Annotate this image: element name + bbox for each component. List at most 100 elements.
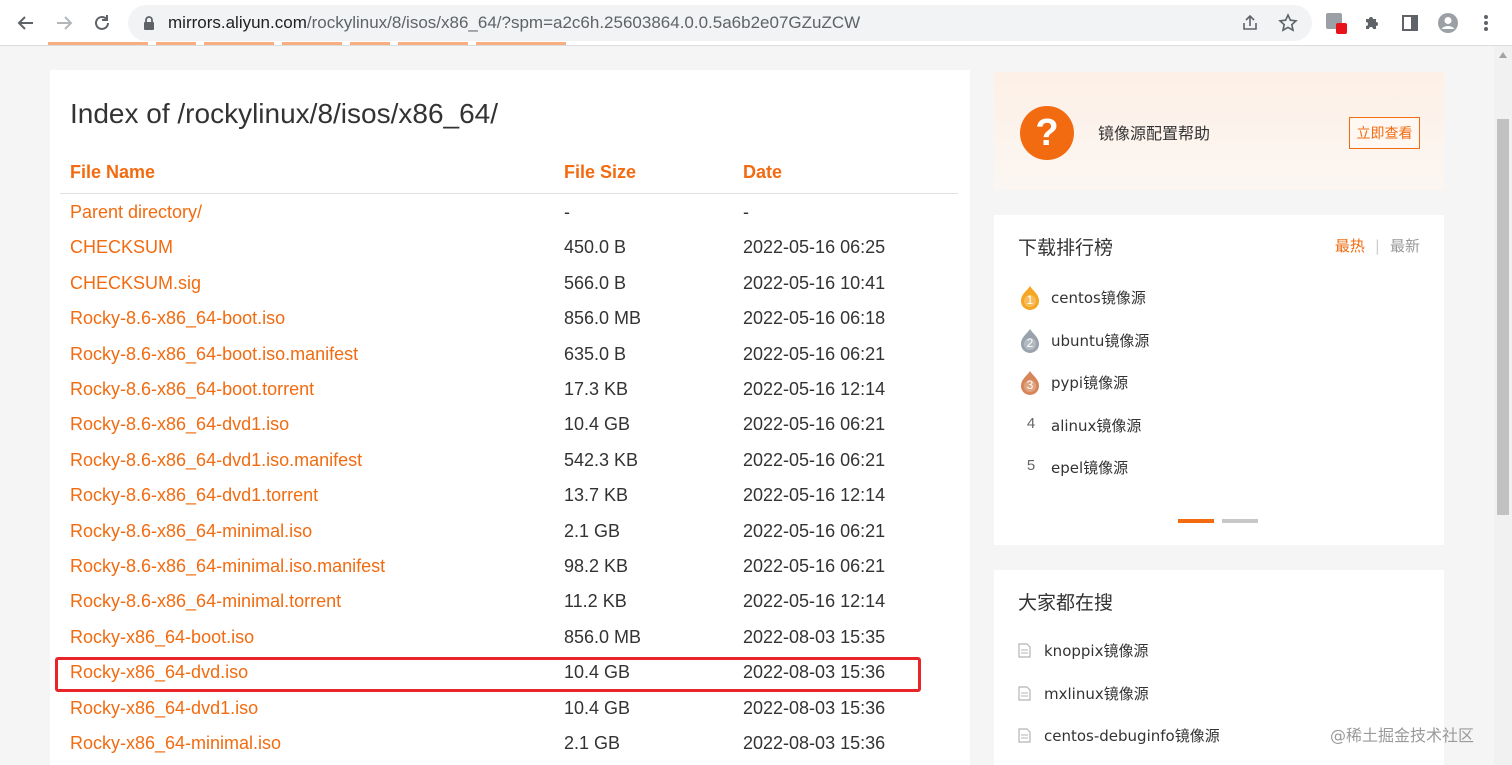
table-row: Rocky-x86_64-minimal.iso 2.1 GB 2022-08-03… — [70, 733, 950, 765]
file-link[interactable]: Rocky-8.6-x86_64-minimal.torrent — [70, 591, 341, 612]
file-size: 11.2 KB — [564, 591, 627, 612]
table-row: Parent directory/ - - — [70, 202, 950, 237]
page-scrollbar[interactable] — [1494, 46, 1512, 765]
file-link[interactable]: Rocky-8.6-x86_64-minimal.iso.manifest — [70, 556, 385, 577]
file-link[interactable]: Rocky-8.6-x86_64-boot.torrent — [70, 379, 314, 400]
ranking-item-label: epel镜像源 — [1051, 459, 1129, 477]
file-link[interactable]: Rocky-8.6-x86_64-minimal.iso — [70, 521, 312, 542]
file-size: 2.1 GB — [564, 520, 621, 541]
tab-newest[interactable]: 最新 — [1390, 237, 1420, 255]
file-size: 635.0 B — [564, 343, 627, 364]
bookmark-button[interactable] — [1276, 11, 1300, 35]
document-icon — [1018, 685, 1031, 706]
header-file-size: File Size — [564, 162, 637, 182]
file-size: 17.3 KB — [564, 379, 629, 399]
scroll-up-button[interactable] — [1494, 46, 1512, 64]
address-bar[interactable]: mirrors.aliyun.com/rockylinux/8/isos/x86… — [128, 5, 1312, 41]
side-panel-button[interactable] — [1398, 11, 1422, 35]
file-size: 2.1 GB — [564, 733, 621, 753]
file-link[interactable]: CHECKSUM.sig — [70, 273, 201, 294]
extension-badge-icon — [1326, 13, 1347, 34]
popular-searches-title: 大家都在搜 — [1018, 592, 1114, 614]
extensions-menu-button[interactable] — [1360, 11, 1384, 35]
forward-arrow-icon — [57, 16, 73, 30]
file-date: 2022-05-16 06:18 — [743, 308, 886, 329]
file-link[interactable]: Rocky-8.6-x86_64-dvd1.torrent — [70, 485, 318, 506]
file-date: 2022-08-03 15:35 — [743, 626, 886, 647]
file-link[interactable]: Rocky-8.6-x86_64-dvd1.iso — [70, 414, 289, 435]
help-label: 镜像源配置帮助 — [1098, 124, 1211, 143]
table-row: Rocky-x86_64-dvd1.iso 10.4 GB 2022-08-03 1… — [70, 698, 950, 733]
forward-button[interactable] — [52, 11, 76, 35]
file-link[interactable]: Rocky-8.6-x86_64-boot.iso.manifest — [70, 344, 358, 365]
file-size: 10.4 GB — [564, 414, 631, 435]
pager-dot[interactable] — [1222, 519, 1258, 523]
tab-hottest[interactable]: 最热 — [1335, 237, 1365, 255]
scroll-up-arrow-icon — [1499, 52, 1507, 58]
highlight-box — [55, 657, 921, 692]
file-size: 856.0 MB — [564, 626, 642, 647]
profile-button[interactable] — [1436, 11, 1460, 35]
ranking-item-label: centos镜像源 — [1051, 289, 1146, 307]
file-size: 13.7 KB — [564, 485, 629, 506]
ranking-item[interactable]: 5 epel镜像源 — [1018, 455, 1418, 481]
back-button[interactable] — [14, 11, 38, 35]
file-size: 566.0 B — [564, 272, 627, 293]
url-path: /rockylinux/8/isos/x86_64/?spm=a2c6h.256… — [306, 13, 861, 32]
url-host: mirrors.aliyun.com — [168, 13, 307, 32]
file-size: 542.3 KB — [564, 449, 639, 470]
document-icon — [1018, 643, 1031, 663]
document-icon — [1018, 728, 1031, 748]
ranking-item[interactable]: 3 pypi镜像源 — [1018, 370, 1418, 396]
ranking-item[interactable]: 4 alinux镜像源 — [1018, 413, 1418, 439]
file-link[interactable]: CHECKSUM — [70, 237, 173, 258]
table-row: Rocky-8.6-x86_64-minimal.iso 2.1 GB 2022-0… — [70, 521, 950, 556]
extension-button[interactable] — [1324, 11, 1348, 35]
file-link[interactable]: Rocky-8.6-x86_64-dvd1.iso.manifest — [70, 450, 362, 471]
file-size: 98.2 KB — [564, 556, 629, 576]
file-link[interactable]: Rocky-x86_64-dvd1.iso — [70, 698, 258, 719]
ranking-title: 下载排行榜 — [1018, 237, 1114, 259]
browser-menu-button[interactable] — [1474, 11, 1498, 35]
share-icon — [1243, 14, 1257, 30]
file-link[interactable]: Rocky-x86_64-boot.iso — [70, 627, 254, 648]
side-panel-icon — [1402, 15, 1418, 31]
question-icon: ? — [1020, 106, 1074, 160]
reload-icon — [95, 15, 109, 30]
ranking-item-label: alinux镜像源 — [1051, 416, 1142, 435]
table-row: Rocky-8.6-x86_64-minimal.torrent 11.2 KB 2… — [70, 591, 950, 626]
avatar-icon — [1438, 13, 1458, 33]
file-date: 2022-08-03 15:36 — [743, 733, 886, 753]
download-ranking-card: 下载排行榜 最热 | 最新 1 centos镜像源 2 ubuntu镜像源 3 pypi镜像源… — [994, 215, 1444, 545]
popular-search-item[interactable]: mxlinux镜像源 — [1018, 683, 1418, 705]
ranking-item-label: pypi镜像源 — [1051, 374, 1129, 392]
table-row: Rocky-8.6-x86_64-dvd1.torrent 13.7 KB 2022… — [70, 485, 950, 520]
file-link[interactable]: Rocky-x86_64-minimal.iso — [70, 733, 281, 754]
table-row: Rocky-8.6-x86_64-boot.iso 856.0 MB 2022-05… — [70, 308, 950, 343]
view-now-button[interactable]: 立即查看 — [1349, 117, 1420, 149]
file-link[interactable]: Rocky-8.6-x86_64-boot.iso — [70, 308, 285, 329]
file-date: 2022-05-16 10:41 — [743, 272, 886, 293]
share-button[interactable] — [1238, 11, 1262, 35]
file-date: 2022-05-16 06:21 — [743, 414, 886, 435]
reload-button[interactable] — [90, 11, 114, 35]
watermark: @稀土掘金技术社区 — [1330, 726, 1475, 745]
ranking-tabs: 最热 | 最新 — [1335, 235, 1420, 256]
file-date: 2022-05-16 12:14 — [743, 379, 886, 399]
file-date: 2022-05-16 06:21 — [743, 343, 886, 364]
back-arrow-icon — [17, 16, 33, 30]
ranking-item[interactable]: 1 centos镜像源 — [1018, 285, 1418, 311]
file-date: 2022-05-16 12:14 — [743, 485, 886, 506]
file-size: 856.0 MB — [564, 308, 642, 329]
table-header: File Name File Size Date — [60, 162, 958, 194]
scroll-thumb[interactable] — [1497, 119, 1509, 515]
puzzle-icon — [1366, 17, 1378, 29]
popular-search-label: centos-debuginfo镜像源 — [1044, 727, 1220, 745]
pager-dot-active[interactable] — [1178, 519, 1214, 523]
popular-search-item[interactable]: knoppix镜像源 — [1018, 640, 1418, 662]
star-icon — [1278, 13, 1298, 32]
ranking-item[interactable]: 2 ubuntu镜像源 — [1018, 328, 1418, 354]
breadcrumb-remnant — [48, 40, 608, 48]
rank-number: 1 — [1026, 293, 1034, 307]
file-link[interactable]: Parent directory/ — [70, 202, 202, 223]
